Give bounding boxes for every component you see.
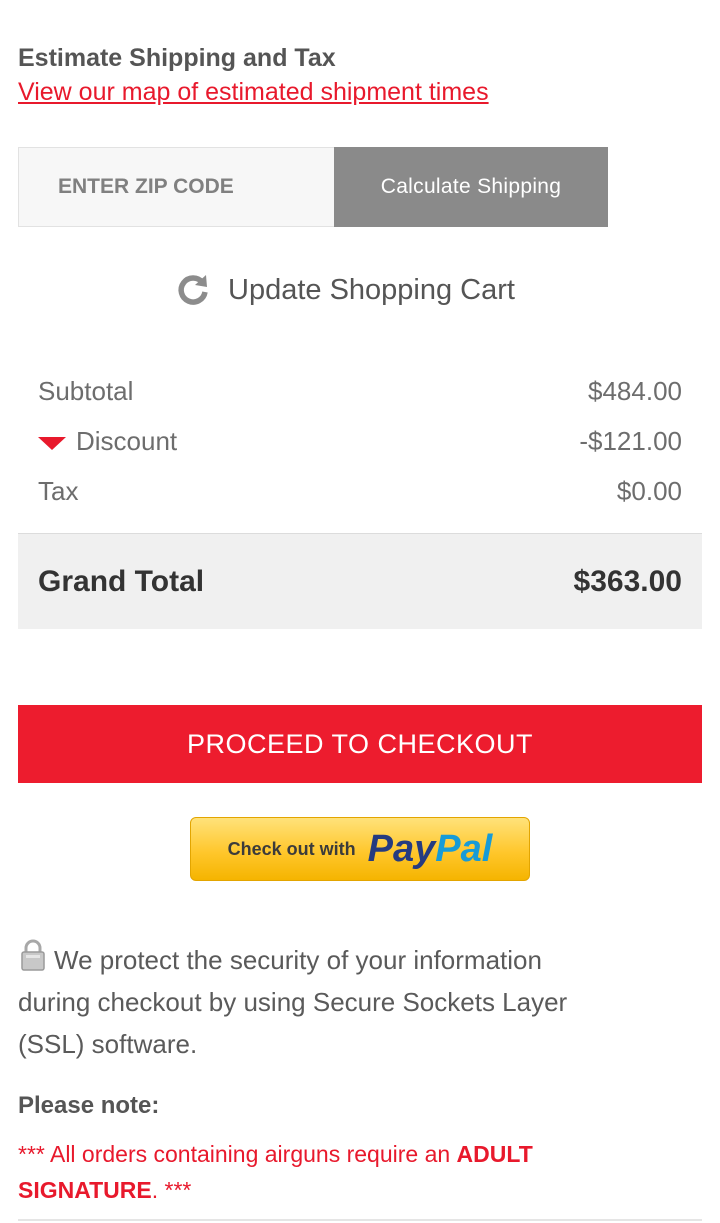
discount-row: Discount -$121.00 [18,416,702,466]
subtotal-value: $484.00 [588,375,682,406]
tax-label: Tax [38,475,79,506]
security-text: We protect the security of your informat… [18,945,568,1059]
paypal-logo: PayPal [368,828,493,871]
subtotal-label: Subtotal [38,375,134,406]
proceed-to-checkout-button[interactable]: PROCEED TO CHECKOUT [18,705,702,783]
notice-suffix: . *** [151,1177,192,1203]
grand-total-label: Grand Total [38,564,205,598]
paypal-checkout-button[interactable]: Check out with PayPal [190,817,530,881]
bottom-divider [18,1219,702,1221]
update-cart-label: Update Shopping Cart [228,273,515,306]
grand-total-value: $363.00 [573,564,682,598]
caret-down-icon [38,436,66,450]
estimate-shipping-title: Estimate Shipping and Tax [18,44,336,72]
paypal-prefix: Check out with [227,838,356,859]
lock-icon [21,939,45,971]
calculate-shipping-button[interactable]: Calculate Shipping [334,147,608,227]
discount-label: Discount [76,425,178,456]
cart-totals: Subtotal $484.00 Discount -$121.00 Tax $… [18,366,702,516]
tax-row: Tax $0.00 [18,466,702,516]
zip-code-input[interactable] [18,147,334,227]
security-notice: We protect the security of your informat… [18,938,608,1065]
discount-value: -$121.00 [579,425,682,456]
grand-total-row: Grand Total $363.00 [18,533,702,629]
refresh-icon [178,275,208,305]
update-cart-button[interactable]: Update Shopping Cart [175,268,515,312]
tax-value: $0.00 [616,475,682,506]
paypal-logo-pal: Pal [435,827,493,870]
zip-code-row: Calculate Shipping [18,147,608,227]
adult-signature-notice: *** All orders containing airguns requir… [18,1136,638,1208]
notice-prefix: *** All orders containing airguns requir… [18,1141,457,1167]
discount-toggle[interactable]: Discount [38,426,177,457]
paypal-logo-pay: Pay [367,827,436,870]
shipment-map-link[interactable]: View our map of estimated shipment times [18,78,489,107]
subtotal-row: Subtotal $484.00 [18,366,702,416]
please-note-heading: Please note: [18,1092,160,1119]
